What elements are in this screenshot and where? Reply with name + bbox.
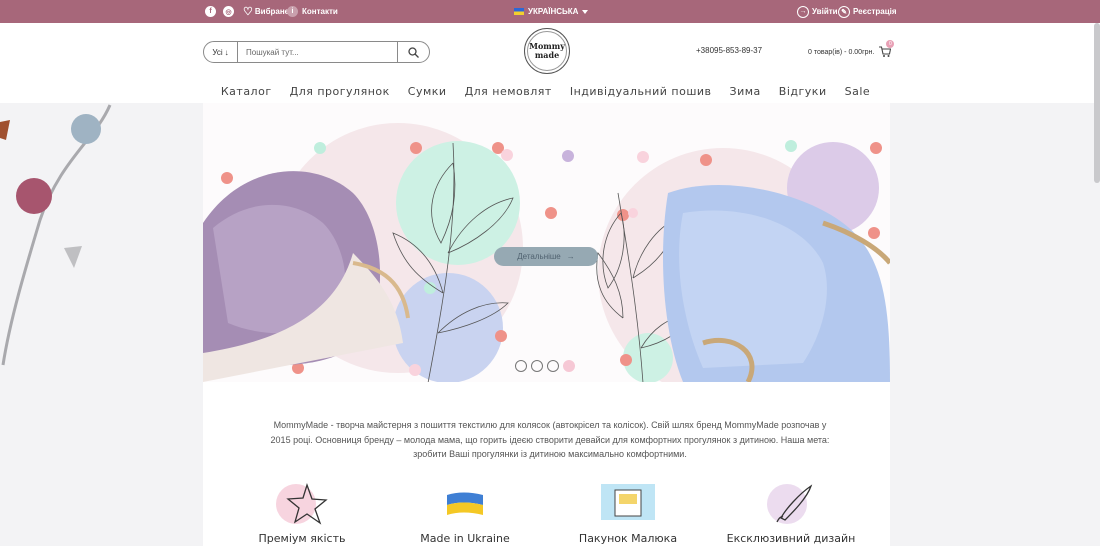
feature-label: Преміум якість <box>258 532 346 545</box>
page-scrollbar[interactable] <box>1094 23 1100 183</box>
ukraine-flag-icon <box>514 8 524 15</box>
instagram-icon[interactable]: ◎ <box>223 6 234 17</box>
info-icon: i <box>287 6 298 17</box>
slider-dot-1[interactable] <box>515 360 527 372</box>
nav-item-walks[interactable]: Для прогулянок <box>290 85 390 98</box>
favorites-label: Вибране <box>254 7 290 16</box>
nav-item-bags[interactable]: Сумки <box>408 85 447 98</box>
nav-item-custom[interactable]: Індивідуальний пошив <box>570 85 712 98</box>
language-selector[interactable]: УКРАЇНСЬКА <box>514 0 589 23</box>
contacts-label: Контакти <box>302 7 338 16</box>
social-links: f ◎ <box>205 0 234 23</box>
feature-label: Пакунок Малюка <box>578 532 678 545</box>
language-label: УКРАЇНСЬКА <box>528 7 579 16</box>
feature-exclusive-design: Ексклюзивний дизайн <box>726 484 856 545</box>
about-text: MommyMade - творча майстерня з пошиття т… <box>270 420 830 459</box>
cart-link[interactable]: 0 товар(ів) - 0.00грн. 0 <box>808 40 895 59</box>
login-icon: → <box>797 5 809 18</box>
arrow-right-icon: → <box>566 252 575 261</box>
search-input[interactable]: Пошукай тут... <box>238 48 397 57</box>
slider-dots <box>515 360 575 372</box>
search-category-label: Усі <box>212 47 223 57</box>
feature-premium-quality: Преміум якість <box>237 482 367 545</box>
hero-slider <box>203 103 890 382</box>
login-label: Увійти <box>812 7 838 16</box>
logo-line2: made <box>534 50 560 60</box>
feature-baby-package: Пакунок Малюка <box>563 484 693 545</box>
register-label: Реєстрація <box>853 7 897 16</box>
cart-summary: 0 товар(ів) - 0.00грн. <box>808 49 875 56</box>
login-link[interactable]: → Увійти <box>797 0 838 23</box>
slider-dot-3[interactable] <box>547 360 559 372</box>
feature-label: Ексклюзивний дизайн <box>726 532 856 545</box>
hero-illustration <box>203 123 890 382</box>
arrow-down-icon: ↓ <box>224 47 229 57</box>
cart-icon: 0 <box>879 40 895 59</box>
top-bar: f ◎ ♡ Вибране i Контакти УКРАЇНСЬКА → Ув… <box>0 0 1100 23</box>
hero-details-label: Детальніше <box>517 252 561 261</box>
chevron-down-icon <box>582 9 589 14</box>
package-icon <box>563 484 693 524</box>
phone-number[interactable]: +38095-853-89-37 <box>696 46 762 55</box>
register-link[interactable]: ✎ Реєстрація <box>838 0 897 23</box>
decorative-branch-icon <box>0 104 112 366</box>
logo[interactable]: Mommy made <box>524 28 570 74</box>
ukraine-flag-icon <box>400 484 530 524</box>
pencil-icon: ✎ <box>838 5 850 18</box>
feature-made-in-ukraine: Made in Ukraine <box>400 484 530 545</box>
star-icon <box>237 482 367 525</box>
nav-item-reviews[interactable]: Відгуки <box>779 85 827 98</box>
heart-icon: ♡ <box>243 6 253 18</box>
search-category-select[interactable]: Усі ↓ <box>204 42 238 62</box>
slider-dot-4[interactable] <box>563 360 575 372</box>
contacts-link[interactable]: i Контакти <box>287 0 338 23</box>
search-button[interactable] <box>397 42 429 62</box>
nav-item-sale[interactable]: Sale <box>845 85 871 98</box>
search-bar: Усі ↓ Пошукай тут... <box>203 41 430 63</box>
brush-icon <box>726 484 856 524</box>
search-icon <box>408 46 419 58</box>
hero-details-button[interactable]: Детальніше → <box>494 247 598 266</box>
favorites-link[interactable]: ♡ Вибране <box>243 0 289 23</box>
nav-item-catalog[interactable]: Каталог <box>221 85 272 98</box>
slider-dot-2[interactable] <box>531 360 543 372</box>
feature-label: Made in Ukraine <box>420 532 510 545</box>
facebook-icon[interactable]: f <box>205 6 216 17</box>
nav-item-winter[interactable]: Зима <box>730 85 761 98</box>
nav-item-newborns[interactable]: Для немовлят <box>465 85 552 98</box>
main-navigation: Каталог Для прогулянок Сумки Для немовля… <box>0 85 1100 98</box>
